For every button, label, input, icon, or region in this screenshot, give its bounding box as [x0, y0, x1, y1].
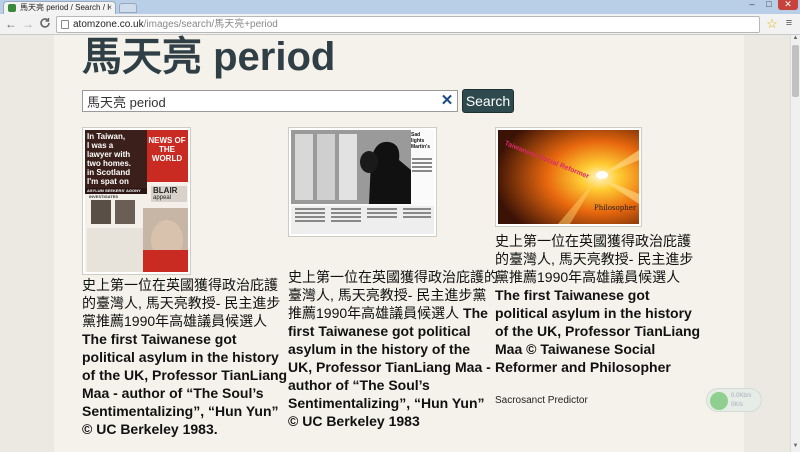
- blair-text: BLAIR: [153, 186, 178, 195]
- scroll-up-icon[interactable]: ▲: [791, 35, 800, 44]
- new-tab-button[interactable]: [119, 3, 137, 13]
- headline-text: In Taiwan, I was a lawyer with two homes…: [87, 132, 145, 186]
- tab-close-icon[interactable]: ×: [107, 2, 112, 14]
- appeal-text: appeal: [153, 195, 172, 201]
- page-icon: [61, 20, 69, 29]
- network-status-icon: [710, 392, 728, 410]
- clear-search-icon[interactable]: ✕: [440, 93, 454, 108]
- result-caption-2[interactable]: 史上第一位在英國獲得政治庇護的臺灣人, 馬天亮教授- 民主進步黨推薦1990年高…: [288, 268, 498, 430]
- bw-photo-image: Sad lights Martin's: [291, 130, 434, 234]
- page-title: 馬天亮 period: [82, 35, 336, 79]
- headline-line: I was a: [87, 141, 114, 150]
- reload-icon: [40, 18, 50, 28]
- url-host: atomzone.co.uk: [73, 19, 144, 30]
- result-thumbnail-2[interactable]: Sad lights Martin's: [288, 127, 437, 237]
- scroll-down-icon[interactable]: ▼: [791, 443, 800, 452]
- caption-en: The first Taiwanese got political asylum…: [495, 287, 701, 375]
- url-path: /images/search/馬天亮+period: [143, 19, 278, 30]
- tab-title: 馬天亮 period / Search / I: [20, 3, 110, 12]
- headline-line: I'm spat on: [87, 177, 129, 186]
- search-input[interactable]: [82, 90, 458, 112]
- result-thumbnail-3[interactable]: Taiwanese Social Reformer Philosopher: [495, 127, 642, 227]
- download-speed: 0K/s: [731, 402, 744, 408]
- minimize-button[interactable]: –: [744, 0, 760, 10]
- caption-en: The first Taiwanese got political asylum…: [82, 331, 288, 437]
- favicon-icon: [8, 4, 16, 12]
- back-button[interactable]: ←: [4, 17, 18, 31]
- search-button[interactable]: Search: [462, 89, 514, 113]
- investigates-text: INVESTIGATES: [89, 194, 119, 199]
- result-caption-1[interactable]: 史上第一位在英國獲得政治庇護的臺灣人, 馬天亮教授- 民主進步黨推薦1990年高…: [82, 276, 290, 438]
- browser-tab[interactable]: 馬天亮 period / Search / I ×: [3, 1, 116, 14]
- vertical-scrollbar[interactable]: ▲ ▼: [790, 35, 800, 452]
- result-caption-3[interactable]: 史上第一位在英國獲得政治庇護的臺灣人, 馬天亮教授- 民主進步黨推薦1990年高…: [495, 232, 701, 376]
- masthead: NEWS OF THE WORLD: [148, 136, 186, 163]
- headline-line: in Scotland: [87, 168, 131, 177]
- headline-line: In Taiwan,: [87, 132, 126, 141]
- maximize-button[interactable]: □: [761, 0, 777, 10]
- bookmark-star-icon[interactable]: ☆: [765, 17, 779, 31]
- network-speed-widget[interactable]: 0.0Kb/s 0K/s: [706, 388, 762, 412]
- photo-headline: Sad lights Martin's: [411, 132, 430, 150]
- scroll-thumb[interactable]: [792, 45, 799, 97]
- headline-line: lawyer with: [87, 150, 131, 159]
- light-image: Taiwanese Social Reformer Philosopher: [498, 130, 639, 224]
- newspaper-image: In Taiwan, I was a lawyer with two homes…: [85, 130, 188, 272]
- caption-cjk: 史上第一位在英國獲得政治庇護的臺灣人, 馬天亮教授- 民主進步黨推薦1990年高…: [495, 233, 694, 285]
- browser-toolbar: ← → atomzone.co.uk/images/search/馬天亮+per…: [0, 14, 800, 35]
- address-bar[interactable]: atomzone.co.uk/images/search/馬天亮+period: [56, 16, 760, 33]
- reload-button[interactable]: [38, 17, 52, 31]
- browser-titlebar: 馬天亮 period / Search / I × – □ ✕: [0, 0, 800, 14]
- headline-line: two homes.: [87, 159, 132, 168]
- result-thumbnail-1[interactable]: In Taiwan, I was a lawyer with two homes…: [82, 127, 191, 275]
- result-sub-caption: Sacrosanct Predictor: [495, 395, 588, 406]
- caption-cjk: 史上第一位在英國獲得政治庇護的臺灣人, 馬天亮教授- 民主進步黨推薦1990年高…: [82, 277, 281, 329]
- caption-en: The first Taiwanese got political asylum…: [288, 305, 491, 429]
- forward-button[interactable]: →: [21, 17, 35, 31]
- close-window-button[interactable]: ✕: [778, 0, 798, 10]
- image-signature-text: Philosopher: [594, 204, 637, 212]
- menu-icon[interactable]: ≡: [783, 18, 795, 30]
- upload-speed: 0.0Kb/s: [731, 393, 752, 399]
